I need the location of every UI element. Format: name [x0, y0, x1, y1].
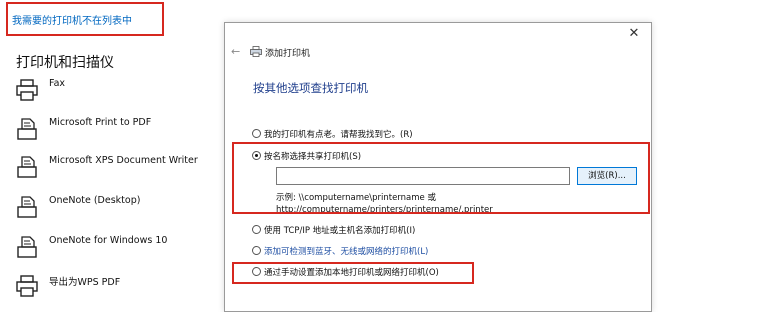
printer-name: Microsoft XPS Document Writer [49, 155, 198, 166]
printer-item-microsoft-print-to-pdf[interactable]: Microsoft Print to PDF [16, 117, 216, 147]
document-printer-icon [17, 156, 37, 178]
close-button[interactable]: ✕ [625, 25, 643, 43]
radio-button[interactable] [252, 246, 261, 255]
add-printer-icon [250, 46, 262, 57]
option-label: 我的打印机有点老。请帮我找到它。(R) [264, 130, 413, 140]
option-label: 使用 TCP/IP 地址或主机名添加打印机(I) [264, 226, 416, 236]
missing-printer-link[interactable]: 我需要的打印机不在列表中 [12, 12, 132, 27]
printer-name: OneNote (Desktop) [49, 195, 141, 206]
document-printer-icon [17, 236, 37, 258]
section-title: 打印机和扫描仪 [16, 55, 114, 71]
printer-icon [16, 79, 38, 101]
printer-item-onenote-desktop[interactable]: OneNote (Desktop) [16, 195, 216, 225]
document-printer-icon [17, 118, 37, 140]
option-label: 添加可检测到蓝牙、无线或网络的打印机(L) [264, 247, 429, 257]
dialog-title: 添加打印机 [265, 49, 311, 59]
highlight-box-shared-printer [232, 142, 650, 214]
dialog-heading: 按其他选项查找打印机 [253, 81, 368, 95]
back-arrow-icon[interactable]: ← [231, 45, 240, 58]
printer-icon [16, 275, 38, 297]
printer-item-fax[interactable]: Fax [16, 78, 216, 108]
printer-item-microsoft-xps[interactable]: Microsoft XPS Document Writer [16, 155, 216, 185]
printer-name: 导出为WPS PDF [49, 277, 121, 288]
document-printer-icon [17, 196, 37, 218]
printer-name: Microsoft Print to PDF [49, 117, 152, 128]
printer-name: Fax [49, 78, 66, 89]
radio-button[interactable] [252, 225, 261, 234]
highlight-box-manual-setup [232, 262, 474, 284]
printer-name: OneNote for Windows 10 [49, 235, 168, 246]
printer-item-onenote-windows10[interactable]: OneNote for Windows 10 [16, 235, 216, 265]
printer-item-wps-pdf[interactable]: 导出为WPS PDF [16, 274, 216, 304]
radio-button[interactable] [252, 129, 261, 138]
